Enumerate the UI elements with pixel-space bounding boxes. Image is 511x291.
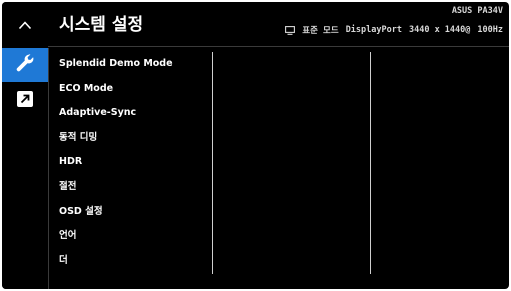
status-input: DisplayPort bbox=[345, 25, 402, 35]
sidebar-item-shortcut[interactable] bbox=[2, 86, 48, 112]
menu-item-hdr[interactable]: HDR bbox=[59, 150, 209, 175]
menu-item-osd-setup[interactable]: OSD 설정 bbox=[59, 200, 209, 225]
sidebar-item-system-setup[interactable] bbox=[2, 48, 48, 82]
status-mode: 표준 모드 bbox=[302, 26, 339, 36]
menu-item-more[interactable]: 더 bbox=[59, 249, 209, 274]
sidebar-divider bbox=[48, 48, 49, 289]
status-refresh: 100Hz bbox=[477, 25, 503, 35]
sidebar-up-button[interactable] bbox=[2, 10, 48, 38]
options-panel bbox=[374, 52, 504, 274]
status-bar: 표준 모드 DisplayPort 3440 x 1440@ 100Hz bbox=[285, 24, 503, 36]
menu-item-adaptive-sync[interactable]: Adaptive-Sync bbox=[59, 101, 209, 126]
menu-item-power-saving[interactable]: 절전 bbox=[59, 175, 209, 200]
sidebar bbox=[2, 2, 48, 289]
menu-item-splendid-demo-mode[interactable]: Splendid Demo Mode bbox=[59, 52, 209, 77]
page-title: 시스템 설정 bbox=[59, 15, 144, 35]
submenu-panel bbox=[216, 52, 366, 274]
monitor-icon bbox=[285, 25, 296, 35]
menu-item-dynamic-dimming[interactable]: 동적 디밍 bbox=[59, 126, 209, 151]
header-divider bbox=[48, 46, 509, 47]
menu-item-language[interactable]: 언어 bbox=[59, 224, 209, 249]
osd-window: 시스템 설정 ASUS PA34V 표준 모드 DisplayPort 3440… bbox=[2, 2, 509, 289]
status-resolution: 3440 x 1440@ bbox=[408, 25, 471, 35]
chevron-up-icon bbox=[18, 15, 32, 34]
main-menu: Splendid Demo Mode ECO Mode Adaptive-Syn… bbox=[59, 52, 209, 273]
column-divider bbox=[370, 52, 371, 274]
menu-item-eco-mode[interactable]: ECO Mode bbox=[59, 77, 209, 102]
column-divider bbox=[212, 52, 213, 274]
wrench-icon bbox=[15, 53, 35, 77]
shortcut-arrow-icon bbox=[17, 91, 33, 107]
monitor-model: ASUS PA34V bbox=[451, 6, 503, 16]
